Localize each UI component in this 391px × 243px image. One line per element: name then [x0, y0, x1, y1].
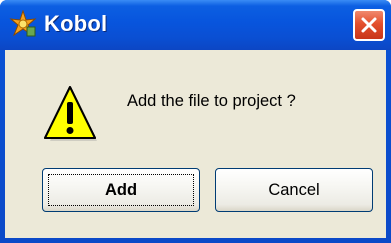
add-button[interactable]: Add: [42, 168, 200, 212]
kobol-app-icon: [9, 9, 37, 38]
cancel-button-label: Cancel: [268, 181, 320, 199]
dialog-body: Add the file to project ? Add Cancel: [5, 50, 386, 238]
add-button-label: Add: [104, 181, 138, 199]
cancel-button[interactable]: Cancel: [215, 168, 373, 212]
close-icon: [361, 17, 377, 33]
dialog-window: Kobol Add the file to project ? Add Canc…: [0, 0, 391, 243]
close-button[interactable]: [353, 9, 385, 41]
window-title: Kobol: [44, 11, 108, 36]
warning-icon: [42, 84, 98, 144]
dialog-message: Add the file to project ?: [127, 92, 296, 110]
title-bar[interactable]: Kobol: [0, 0, 391, 50]
